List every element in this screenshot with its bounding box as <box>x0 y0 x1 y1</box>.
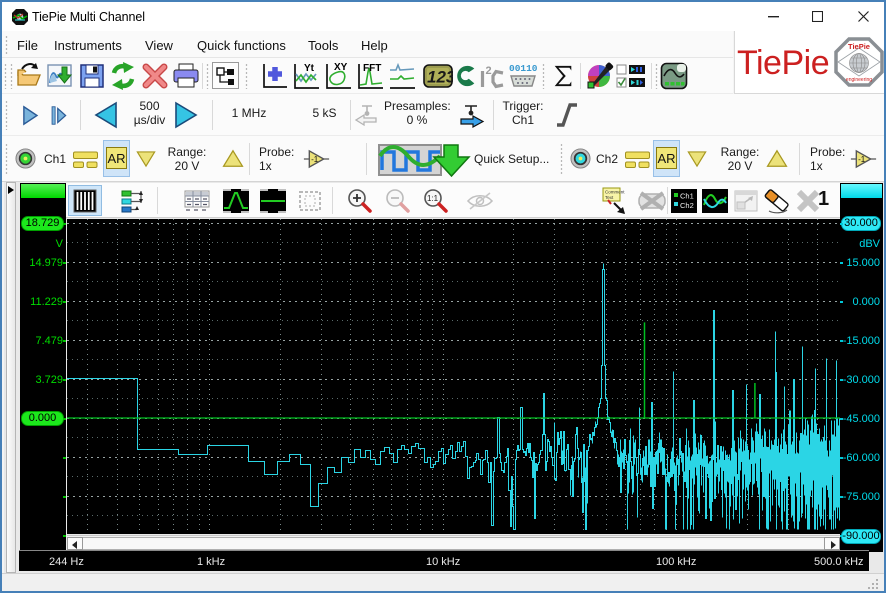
svg-text:Ch1: Ch1 <box>680 192 694 201</box>
svg-text:Yt: Yt <box>304 63 315 74</box>
svg-text:XY: XY <box>334 62 348 73</box>
svg-text:engineering: engineering <box>846 77 872 83</box>
svg-text:FFT: FFT <box>363 63 381 74</box>
svg-text:-1: -1 <box>311 155 319 164</box>
svg-text:Comment: Comment <box>605 190 625 195</box>
svg-text:TiePie: TiePie <box>848 42 870 51</box>
svg-text:Ch2: Ch2 <box>680 201 694 210</box>
svg-text:Text: Text <box>605 195 614 200</box>
svg-text:1:1: 1:1 <box>427 194 439 203</box>
svg-text:2: 2 <box>486 65 492 77</box>
svg-text:00110: 00110 <box>509 63 538 74</box>
svg-text:-1: -1 <box>858 155 866 164</box>
svg-text:123: 123 <box>427 68 453 87</box>
